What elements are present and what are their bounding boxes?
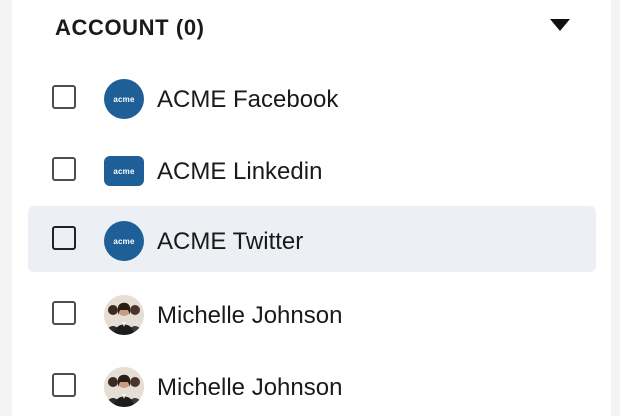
account-checkbox[interactable] <box>52 226 76 250</box>
person-photo-icon <box>104 295 144 335</box>
avatar: acme <box>104 156 144 186</box>
account-item-acme-facebook[interactable]: acme ACME Facebook <box>28 66 596 132</box>
user-photo-avatar <box>104 295 144 335</box>
person-photo-icon <box>104 367 144 407</box>
account-item-michelle-johnson[interactable]: Michelle Johnson <box>28 282 596 348</box>
account-checkbox[interactable] <box>52 301 76 325</box>
avatar-logo-text: acme <box>113 166 135 176</box>
section-title: ACCOUNT (0) <box>55 15 205 40</box>
account-label: ACME Linkedin <box>157 158 323 185</box>
account-checkbox[interactable] <box>52 373 76 397</box>
account-item-acme-linkedin[interactable]: acme ACME Linkedin <box>28 138 596 204</box>
account-label: ACME Twitter <box>157 228 304 255</box>
acme-logo-icon: acme <box>104 79 144 119</box>
account-checkbox[interactable] <box>52 85 76 109</box>
account-filter-panel: ACCOUNT (0) acme ACME Facebook acme ACME… <box>12 0 611 416</box>
avatar-logo-text: acme <box>113 94 135 104</box>
account-label: Michelle Johnson <box>157 374 343 401</box>
account-section-header[interactable]: ACCOUNT (0) <box>12 0 611 58</box>
left-gutter <box>0 0 12 416</box>
acme-logo-icon: acme <box>104 156 144 186</box>
acme-logo-icon: acme <box>104 221 144 261</box>
account-item-michelle-johnson[interactable]: Michelle Johnson <box>28 354 596 416</box>
avatar: acme <box>104 79 144 119</box>
account-checkbox[interactable] <box>52 157 76 181</box>
account-item-acme-twitter[interactable]: acme ACME Twitter <box>28 206 596 272</box>
account-label: ACME Facebook <box>157 86 339 113</box>
avatar: acme <box>104 221 144 261</box>
account-filter-panel-frame: ACCOUNT (0) acme ACME Facebook acme ACME… <box>0 0 620 416</box>
caret-down-icon[interactable] <box>549 18 571 32</box>
right-gutter <box>611 0 620 416</box>
user-photo-avatar <box>104 367 144 407</box>
avatar-logo-text: acme <box>113 236 135 246</box>
account-label: Michelle Johnson <box>157 302 343 329</box>
